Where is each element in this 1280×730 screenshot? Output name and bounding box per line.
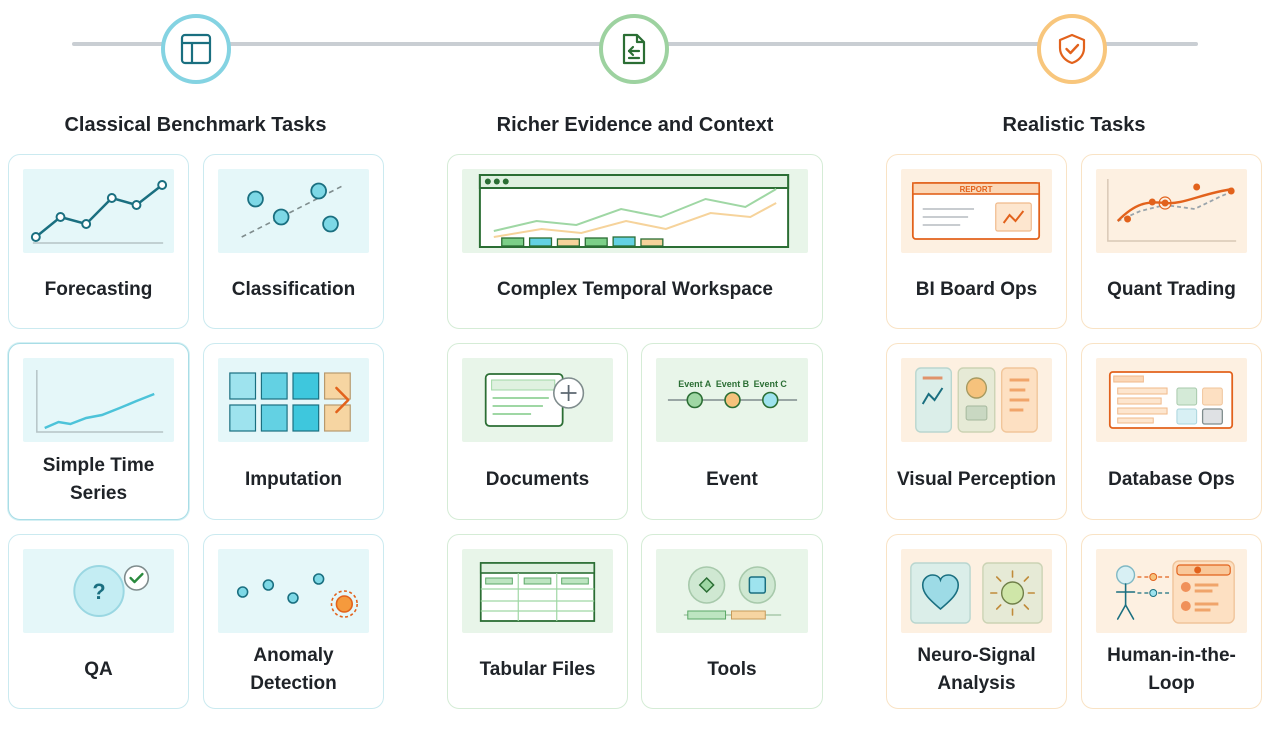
visual-perception-card[interactable]: Visual Perception xyxy=(886,343,1067,520)
classical-node xyxy=(161,14,231,84)
anomaly-detection-card[interactable]: Anomaly Detection xyxy=(203,534,384,709)
event-c-label: Event C xyxy=(754,379,788,389)
neuro-signal-analysis-card[interactable]: Neuro-Signal Analysis xyxy=(886,534,1067,709)
human-loop-thumbnail xyxy=(1096,549,1247,633)
report-label: REPORT xyxy=(960,185,993,194)
card-label: Human-in-the-Loop xyxy=(1107,644,1236,694)
visual-panels-thumbnail xyxy=(901,358,1052,442)
card-label: Tabular Files xyxy=(479,658,596,680)
classification-thumbnail xyxy=(218,169,369,253)
event-b-label: Event B xyxy=(716,379,750,389)
event-card[interactable]: Event A Event B Event C Event xyxy=(641,343,823,520)
realistic-node xyxy=(1037,14,1107,84)
card-label: Event xyxy=(706,468,758,490)
workspace-thumbnail xyxy=(462,169,808,253)
classification-card[interactable]: Classification xyxy=(203,154,384,329)
tabular-files-card[interactable]: Tabular Files xyxy=(447,534,628,709)
evidence-title: Richer Evidence and Context xyxy=(496,114,774,136)
event-a-label: Event A xyxy=(678,379,711,389)
documents-card[interactable]: Documents xyxy=(447,343,628,520)
time-series-thumbnail xyxy=(23,358,174,442)
realistic-title: Realistic Tasks xyxy=(1002,114,1146,136)
trading-chart-thumbnail xyxy=(1096,169,1247,253)
card-label: Complex Temporal Workspace xyxy=(497,278,773,300)
report-thumbnail: REPORT xyxy=(901,169,1052,253)
card-label: Simple Time Series xyxy=(42,454,155,504)
card-label: Quant Trading xyxy=(1107,278,1236,300)
documents-thumbnail xyxy=(462,358,613,442)
card-label: QA xyxy=(84,658,113,680)
imputation-card[interactable]: Imputation xyxy=(203,343,384,520)
shield-check-icon xyxy=(1058,33,1086,65)
svg-text:?: ? xyxy=(92,579,105,604)
card-label: Anomaly Detection xyxy=(250,644,337,694)
forecasting-thumbnail xyxy=(23,169,174,253)
card-label: Forecasting xyxy=(44,278,153,300)
qa-card[interactable]: ? QA xyxy=(8,534,189,709)
database-thumbnail xyxy=(1096,358,1247,442)
event-timeline-thumbnail: Event A Event B Event C xyxy=(656,358,808,442)
anomaly-thumbnail xyxy=(218,549,369,633)
complex-temporal-workspace-card[interactable]: Complex Temporal Workspace xyxy=(447,154,823,329)
database-ops-card[interactable]: Database Ops xyxy=(1081,343,1262,520)
simple-time-series-card[interactable]: Simple Time Series xyxy=(8,343,189,520)
tools-thumbnail xyxy=(656,549,808,633)
card-label: Visual Perception xyxy=(896,468,1057,490)
neuro-signal-thumbnail xyxy=(901,549,1052,633)
imputation-grid-thumbnail xyxy=(218,358,369,442)
card-label: Classification xyxy=(231,278,356,300)
document-icon xyxy=(622,33,646,65)
table-thumbnail xyxy=(462,549,613,633)
bi-board-ops-card[interactable]: REPORT BI Board Ops xyxy=(886,154,1067,329)
qa-thumbnail: ? xyxy=(23,549,174,633)
quant-trading-card[interactable]: Quant Trading xyxy=(1081,154,1262,329)
card-label: Neuro-Signal Analysis xyxy=(917,644,1036,694)
classical-title: Classical Benchmark Tasks xyxy=(64,114,327,136)
forecasting-card[interactable]: Forecasting xyxy=(8,154,189,329)
card-label: Tools xyxy=(707,658,757,680)
card-label: Database Ops xyxy=(1108,468,1235,490)
card-label: Imputation xyxy=(244,468,343,490)
human-in-the-loop-card[interactable]: Human-in-the-Loop xyxy=(1081,534,1262,709)
card-label: Documents xyxy=(485,468,590,490)
tools-card[interactable]: Tools xyxy=(641,534,823,709)
card-label: BI Board Ops xyxy=(915,278,1038,300)
layout-icon xyxy=(180,33,212,65)
evidence-node xyxy=(599,14,669,84)
